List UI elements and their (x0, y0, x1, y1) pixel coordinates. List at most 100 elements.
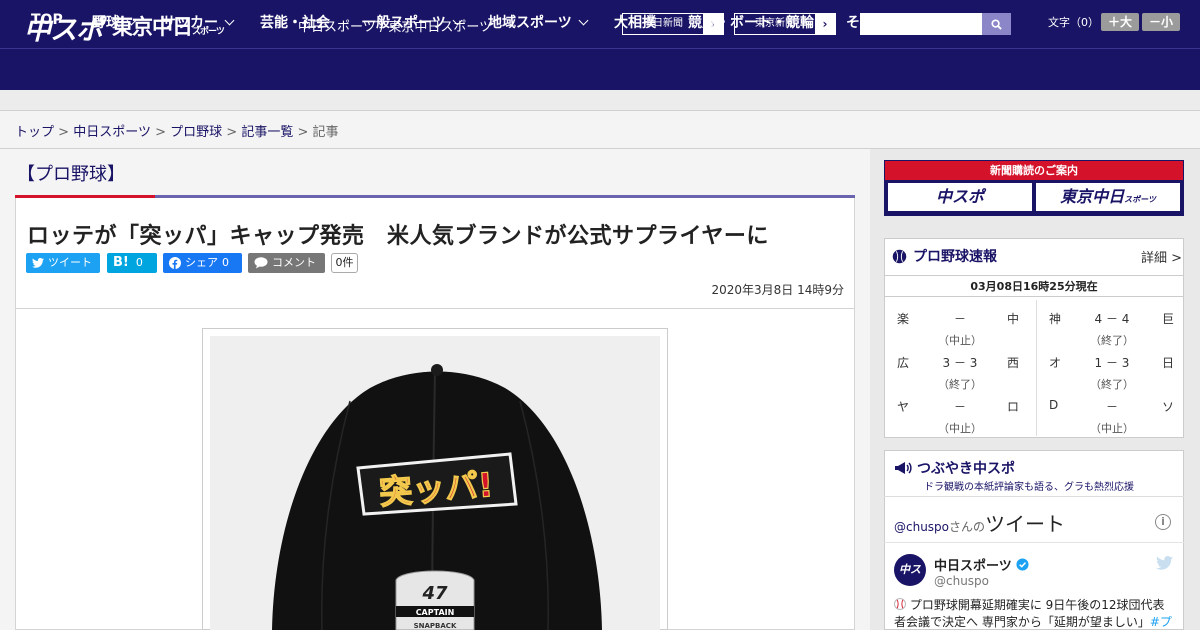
breadcrumb-current: 記事 (312, 125, 339, 140)
game-result[interactable]: D － ソ （中止） (1049, 398, 1189, 438)
chevron-right-icon: › (815, 14, 835, 34)
nav-item-entertainment[interactable]: 芸能・社会 (260, 12, 330, 32)
twitter-widget-suffix: さんの (949, 520, 986, 534)
nav-label: サッカー (162, 15, 218, 31)
breadcrumb-link-article-list[interactable]: 記事一覧 (241, 125, 293, 140)
nav-item-sumo[interactable]: 大相撲 (614, 12, 656, 32)
game-score: － (953, 400, 966, 414)
cap-logo-text: 突ッパ! (378, 465, 495, 512)
twitter-widget-divider (884, 542, 1184, 543)
twitter-panel-divider (884, 496, 1184, 497)
nav-item-other[interactable]: その他 (846, 12, 905, 32)
game-status: （中止） (938, 422, 982, 435)
breadcrumb-separator: > (226, 125, 238, 140)
tokyo-subscribe-logo-small: スポーツ (1124, 195, 1156, 204)
team-away: 巨 (1161, 312, 1174, 326)
breadcrumb-link-chunichi-sports[interactable]: 中日スポーツ (73, 125, 151, 140)
font-larger-button[interactable]: ＋大 (1101, 13, 1139, 31)
nav-item-racing[interactable]: 競馬・ボート・競輪 (688, 12, 814, 32)
facebook-share-label: シェア (185, 256, 218, 269)
search-button[interactable] (982, 13, 1011, 35)
twitter-panel-title-text: つぶやき中スポ (917, 461, 1015, 477)
breadcrumb: トップ > 中日スポーツ > プロ野球 > 記事一覧 > 記事 (0, 111, 1200, 149)
baseball-icon (892, 249, 907, 263)
comment-button[interactable]: コメント (248, 253, 325, 273)
article-date: 2020年3月8日 14時9分 (711, 283, 844, 297)
team-away: 日 (1161, 356, 1174, 370)
game-result[interactable]: 広 3 － 3 西 （終了） (897, 354, 1037, 394)
cap-photo-illustration: 突ッパ! 47 CAPTAIN SNAPBACK (210, 336, 660, 630)
font-smaller-button[interactable]: －小 (1142, 13, 1180, 31)
chevron-down-icon (224, 15, 235, 26)
comment-count[interactable]: 0件 (331, 253, 358, 273)
nav-item-general-sports[interactable]: 一般スポーツ (362, 12, 463, 32)
nav-label: 一般スポーツ (362, 15, 446, 31)
tweet-author-handle[interactable]: @chuspo (934, 574, 989, 588)
breadcrumb-link-top[interactable]: トップ (15, 125, 54, 140)
article-photo-cap[interactable]: 突ッパ! 47 CAPTAIN SNAPBACK (210, 336, 660, 630)
tweet-button[interactable]: ツイート (26, 253, 100, 273)
subscription-banner[interactable]: 新聞購読のご案内 中スポ 東京中日スポーツ (884, 160, 1184, 216)
nav-item-top[interactable]: TOP (31, 12, 63, 28)
chevron-down-icon (452, 15, 463, 26)
baseball-emoji-icon (894, 598, 906, 610)
twitter-panel-title: つぶやき中スポ (894, 458, 1015, 478)
scoreboard-timestamp: 03月08日16時25分現在 (884, 275, 1184, 297)
nav-label: 地域スポーツ (488, 15, 572, 31)
verified-badge-icon (1016, 558, 1029, 571)
game-result[interactable]: ヤ － ロ （中止） (897, 398, 1037, 438)
hatena-count: 0 (135, 256, 143, 269)
tokyo-subscribe-logo-main: 東京中日 (1060, 187, 1125, 206)
chevron-down-icon (126, 15, 137, 26)
cap-brand-text: 47 (421, 583, 448, 604)
subscription-title: 新聞購読のご案内 (885, 161, 1183, 180)
chevron-down-icon (578, 15, 589, 26)
twitter-bird-icon[interactable] (1156, 556, 1173, 570)
scoreboard-details-link[interactable]: 詳細 > (1141, 247, 1182, 266)
tweet-body: プロ野球開幕延期確実に 9日午後の12球団代表者会議で決定へ 専門家から「延期が… (894, 598, 1165, 629)
cap-button (431, 364, 443, 376)
comment-label: コメント (272, 256, 316, 269)
hatena-bookmark-button[interactable]: B! 0 (107, 253, 157, 273)
chuspo-subscribe-logo[interactable]: 中スポ (888, 183, 1032, 211)
team-away: ロ (1006, 400, 1019, 414)
article-category: 【プロ野球】 (17, 164, 125, 185)
nav-label: その他 (846, 15, 888, 31)
nav-item-baseball[interactable]: 野球 (92, 12, 137, 32)
cap-tag-snapback: SNAPBACK (414, 622, 457, 630)
game-score: 4 － 4 (1094, 312, 1130, 326)
breadcrumb-link-pro-baseball[interactable]: プロ野球 (170, 125, 222, 140)
twitter-panel-subtitle: ドラ観戦の本紙評論家も語る、グラも熱烈応援 (924, 482, 1134, 493)
twitter-widget-title[interactable]: @chuspoさんのツイート (894, 508, 1065, 537)
nav-label: 競馬・ボート・競輪 (688, 15, 814, 31)
twitter-bird-icon (32, 258, 44, 268)
ad-band (0, 90, 1200, 111)
article-headline: ロッテが「突ッパ」キャップ発売 米人気ブランドが公式サプライヤーに (27, 224, 769, 249)
nav-item-soccer[interactable]: サッカー (162, 12, 235, 32)
game-status: （終了） (938, 378, 982, 391)
game-status: （終了） (1090, 378, 1134, 391)
game-status: （中止） (1090, 422, 1134, 435)
breadcrumb-separator: > (297, 125, 309, 140)
nav-label: TOP (31, 12, 63, 28)
cap-tag-captain: CAPTAIN (416, 608, 455, 617)
facebook-share-button[interactable]: シェア 0 (163, 253, 242, 273)
info-icon[interactable]: i (1155, 514, 1171, 530)
tokyo-subscribe-logo[interactable]: 東京中日スポーツ (1036, 183, 1180, 211)
team-away: 西 (1006, 356, 1019, 370)
tweet-author-name[interactable]: 中日スポーツ (934, 555, 1029, 574)
game-result[interactable]: オ 1 － 3 日 （終了） (1049, 354, 1189, 394)
game-result[interactable]: 神 4 － 4 巨 （終了） (1049, 310, 1189, 350)
tweet-text[interactable]: プロ野球開幕延期確実に 9日午後の12球団代表者会議で決定へ 専門家から「延期が… (894, 597, 1174, 630)
nav-label: 野球 (92, 15, 120, 31)
tweet-hashtag[interactable]: #プ (1150, 615, 1172, 629)
game-result[interactable]: 楽 － 中 （中止） (897, 310, 1037, 350)
avatar[interactable]: 中スポ (894, 554, 926, 608)
nav-label: 芸能・社会 (260, 15, 330, 31)
nav-label: 大相撲 (614, 15, 656, 31)
hatena-b-icon: B! (113, 255, 129, 270)
nav-item-regional-sports[interactable]: 地域スポーツ (488, 12, 589, 32)
game-score: － (953, 312, 966, 326)
megaphone-icon (895, 462, 912, 474)
tweet-author-name-text: 中日スポーツ (934, 559, 1012, 574)
